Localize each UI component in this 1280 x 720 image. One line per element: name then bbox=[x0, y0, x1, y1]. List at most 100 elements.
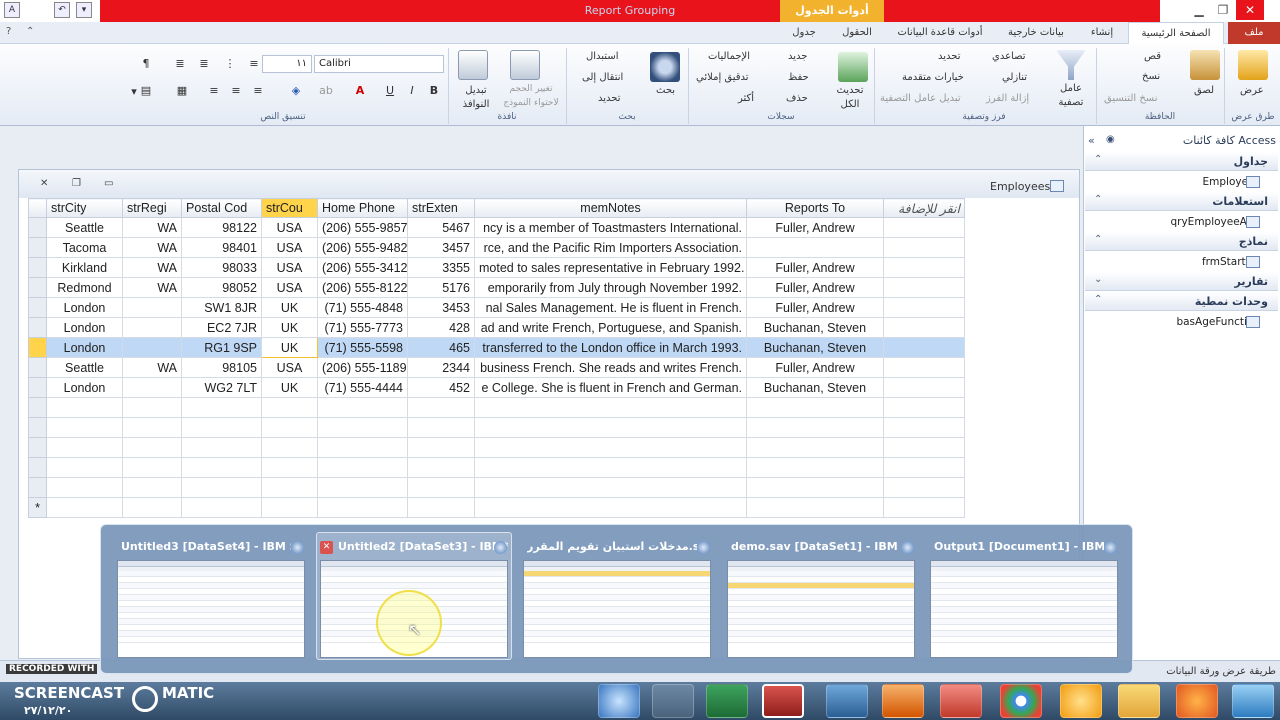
row-selector[interactable] bbox=[28, 477, 47, 498]
tab-database-tools[interactable]: أدوات قاعدة البيانات bbox=[888, 22, 992, 44]
tab-create[interactable]: إنشاء bbox=[1082, 22, 1122, 44]
nav-collapse-icon[interactable]: « bbox=[1088, 134, 1095, 147]
close-button[interactable]: ✕ bbox=[1236, 0, 1264, 20]
taskbar-app2-icon[interactable] bbox=[1232, 684, 1274, 718]
table-cell[interactable] bbox=[46, 477, 123, 498]
table-cell[interactable]: rce, and the Pacific Rim Importers Assoc… bbox=[474, 237, 747, 258]
select-button[interactable]: تحديد bbox=[598, 92, 621, 106]
table-cell[interactable]: moted to sales representative in Februar… bbox=[474, 257, 747, 278]
decrease-indent-icon[interactable]: ≣ bbox=[172, 57, 188, 71]
table-cell[interactable]: Tacoma bbox=[46, 237, 123, 258]
column-header[interactable]: Home Phone bbox=[317, 198, 408, 218]
column-header[interactable]: memNotes bbox=[474, 198, 747, 218]
paste-button[interactable]: لصق bbox=[1194, 84, 1214, 98]
taskbar-explorer-icon[interactable] bbox=[1118, 684, 1160, 718]
close-doc-icon[interactable]: ✕ bbox=[40, 178, 48, 189]
table-cell[interactable] bbox=[122, 337, 182, 358]
nav-item[interactable]: Employees bbox=[1090, 173, 1260, 191]
table-cell[interactable]: 3453 bbox=[407, 297, 475, 318]
table-cell[interactable]: EC2 7JR bbox=[181, 317, 262, 338]
table-cell[interactable] bbox=[746, 497, 884, 518]
table-cell[interactable] bbox=[883, 377, 965, 398]
nav-item[interactable]: frmStartUp bbox=[1090, 253, 1260, 271]
selection-button[interactable]: تحديد bbox=[938, 50, 961, 64]
size-to-fit-button[interactable]: تغيير الحجم لاحتواء النموذج bbox=[502, 82, 560, 110]
table-cell[interactable]: business French. She reads and writes Fr… bbox=[474, 357, 747, 378]
alternate-row-color-icon[interactable]: ▤ bbox=[138, 84, 154, 98]
table-cell[interactable]: UK bbox=[261, 337, 318, 358]
paste-icon[interactable] bbox=[1190, 50, 1220, 80]
empty-row[interactable] bbox=[28, 397, 965, 418]
thumbnail-preview[interactable] bbox=[930, 560, 1118, 658]
taskbar-app-icon[interactable] bbox=[826, 684, 868, 718]
table-cell[interactable]: 5467 bbox=[407, 217, 475, 238]
delete-record-button[interactable]: حذف bbox=[786, 92, 808, 106]
row-selector[interactable] bbox=[28, 297, 47, 318]
table-cell[interactable] bbox=[261, 497, 318, 518]
nav-item[interactable]: basAgeFunction bbox=[1090, 313, 1260, 331]
table-cell[interactable]: 3457 bbox=[407, 237, 475, 258]
numbering-icon[interactable]: ≡ bbox=[246, 57, 262, 71]
align-right-icon[interactable]: ≡ bbox=[250, 84, 266, 98]
table-cell[interactable] bbox=[122, 317, 182, 338]
table-cell[interactable] bbox=[883, 497, 965, 518]
taskbar-spss-icon[interactable] bbox=[598, 684, 640, 718]
table-cell[interactable]: Fuller, Andrew bbox=[746, 297, 884, 318]
table-row[interactable]: London SW1 8JR UK (71) 555-4848 3453 nal Sale… bbox=[28, 297, 965, 318]
chevron-icon[interactable]: ⌃ bbox=[1094, 154, 1102, 165]
row-selector[interactable]: * bbox=[28, 497, 47, 518]
thumbnail-close-icon[interactable]: ✕ bbox=[320, 541, 333, 554]
table-cell[interactable]: WA bbox=[122, 257, 182, 278]
save-record-button[interactable]: حفظ bbox=[788, 71, 809, 85]
table-cell[interactable]: USA bbox=[261, 277, 318, 298]
table-cell[interactable]: London bbox=[46, 317, 123, 338]
table-cell[interactable] bbox=[46, 437, 123, 458]
table-cell[interactable]: London bbox=[46, 377, 123, 398]
table-cell[interactable] bbox=[181, 417, 262, 438]
italic-button[interactable]: I bbox=[404, 84, 420, 98]
table-cell[interactable] bbox=[407, 477, 475, 498]
table-cell[interactable] bbox=[746, 457, 884, 478]
table-cell[interactable]: (71) 555-7773 bbox=[317, 317, 408, 338]
switch-windows-button[interactable]: تبديل النوافذ bbox=[456, 84, 496, 112]
table-cell[interactable] bbox=[181, 437, 262, 458]
table-cell[interactable]: USA bbox=[261, 257, 318, 278]
table-row[interactable]: London WG2 7LT UK (71) 555-4444 452 e College… bbox=[28, 377, 965, 398]
table-cell[interactable] bbox=[46, 397, 123, 418]
table-cell[interactable]: 98052 bbox=[181, 277, 262, 298]
table-cell[interactable] bbox=[261, 397, 318, 418]
table-cell[interactable]: Seattle bbox=[46, 217, 123, 238]
replace-button[interactable]: استبدال bbox=[586, 50, 619, 64]
table-cell[interactable]: ncy is a member of Toastmasters Internat… bbox=[474, 217, 747, 238]
table-cell[interactable] bbox=[181, 457, 262, 478]
table-cell[interactable] bbox=[883, 437, 965, 458]
click-to-add-header[interactable]: انقر للإضافة bbox=[883, 198, 965, 218]
table-row[interactable]: London RG1 9SP UK (71) 555-5598 465 transferr… bbox=[28, 337, 965, 358]
table-cell[interactable] bbox=[122, 297, 182, 318]
table-cell[interactable]: Buchanan, Steven bbox=[746, 377, 884, 398]
table-cell[interactable]: UK bbox=[261, 297, 318, 318]
chevron-icon[interactable]: ⌃ bbox=[1094, 294, 1102, 305]
size-to-fit-icon[interactable] bbox=[510, 50, 540, 80]
taskbar-opera-icon[interactable] bbox=[940, 684, 982, 718]
table-cell[interactable]: Fuller, Andrew bbox=[746, 257, 884, 278]
switch-windows-icon[interactable] bbox=[458, 50, 488, 80]
column-header[interactable]: strCity bbox=[46, 198, 123, 218]
table-cell[interactable] bbox=[122, 457, 182, 478]
table-cell[interactable]: (206) 555-9857 bbox=[317, 217, 408, 238]
row-selector[interactable] bbox=[28, 457, 47, 478]
table-cell[interactable]: (71) 555-4444 bbox=[317, 377, 408, 398]
totals-button[interactable]: الإجماليات bbox=[708, 50, 750, 64]
table-cell[interactable] bbox=[122, 437, 182, 458]
row-selector[interactable] bbox=[28, 337, 47, 358]
table-cell[interactable] bbox=[407, 497, 475, 518]
view-button-label[interactable]: عرض bbox=[1240, 84, 1264, 98]
table-cell[interactable] bbox=[317, 417, 408, 438]
remove-sort-button[interactable]: إزالة الفرز bbox=[986, 92, 1029, 106]
nav-menu-icon[interactable]: ◉ bbox=[1106, 134, 1115, 145]
refresh-all-button[interactable]: تحديث الكل bbox=[834, 84, 866, 112]
row-selector[interactable] bbox=[28, 377, 47, 398]
empty-row[interactable] bbox=[28, 437, 965, 458]
table-cell[interactable] bbox=[122, 377, 182, 398]
view-icon[interactable] bbox=[1238, 50, 1268, 80]
